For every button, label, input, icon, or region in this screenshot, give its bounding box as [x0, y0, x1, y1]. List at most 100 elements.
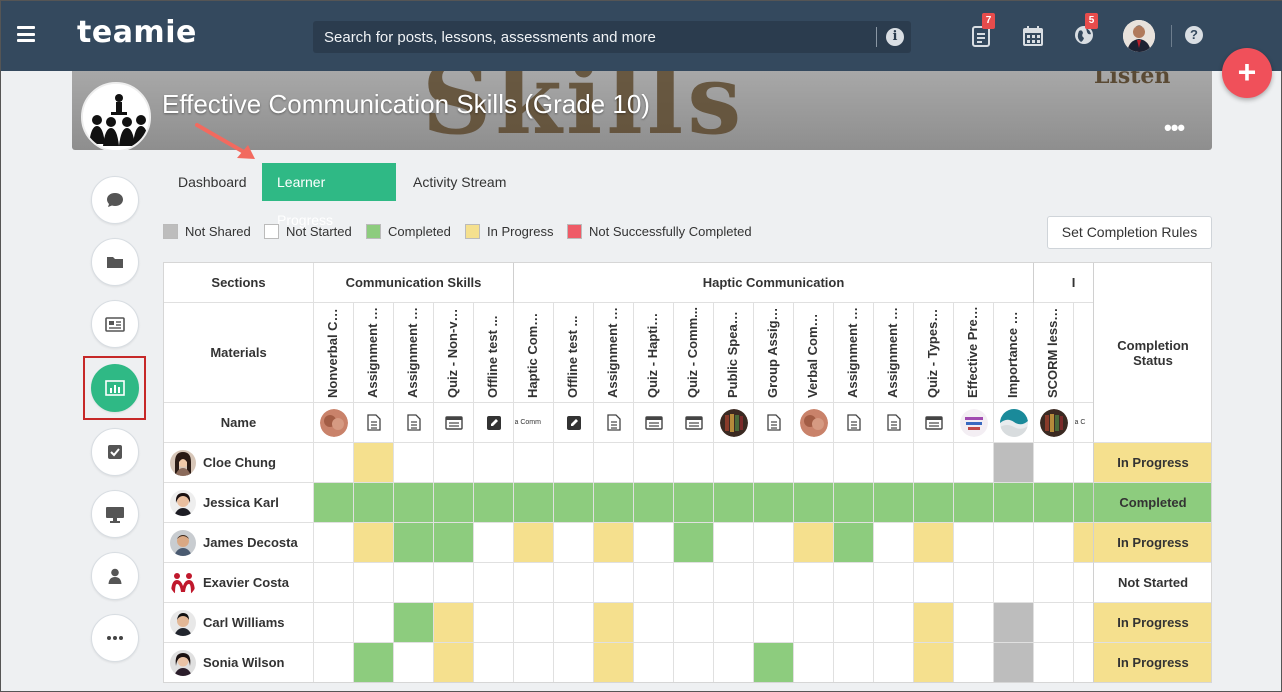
- progress-cell[interactable]: [754, 523, 794, 563]
- progress-cell[interactable]: [354, 523, 394, 563]
- student-row-name[interactable]: Sonia Wilson: [164, 643, 314, 682]
- material-name[interactable]: SCORM lesson: [1045, 306, 1060, 398]
- progress-cell[interactable]: [594, 483, 634, 523]
- student-row-name[interactable]: Exavier Costa: [164, 563, 314, 603]
- progress-cell[interactable]: [794, 603, 834, 643]
- progress-cell[interactable]: [794, 443, 834, 483]
- user-avatar[interactable]: [1123, 20, 1155, 52]
- progress-cell[interactable]: [554, 643, 594, 682]
- progress-cell[interactable]: [714, 603, 754, 643]
- rail-more-button[interactable]: [91, 614, 139, 662]
- material-name[interactable]: Assignment - ...: [365, 306, 380, 398]
- material-name[interactable]: Offline test ...: [485, 306, 500, 398]
- rail-progress-button[interactable]: [91, 364, 139, 412]
- progress-cell[interactable]: [434, 523, 474, 563]
- progress-cell[interactable]: [874, 563, 914, 603]
- student-name[interactable]: Carl Williams: [203, 615, 285, 630]
- set-completion-rules-button[interactable]: Set Completion Rules: [1047, 216, 1212, 249]
- material-name[interactable]: Public Speaki...: [725, 306, 740, 398]
- progress-cell[interactable]: [794, 643, 834, 682]
- progress-cell[interactable]: [514, 603, 554, 643]
- tab-dashboard[interactable]: Dashboard: [162, 163, 263, 201]
- material-name[interactable]: Quiz - Types o...: [925, 306, 940, 398]
- material-name[interactable]: Quiz - Haptic ...: [645, 306, 660, 398]
- progress-cell[interactable]: [794, 483, 834, 523]
- progress-cell[interactable]: [754, 603, 794, 643]
- progress-cell[interactable]: [634, 563, 674, 603]
- posts-notifications-icon[interactable]: 7: [971, 13, 995, 47]
- progress-cell[interactable]: [634, 603, 674, 643]
- progress-cell[interactable]: [354, 443, 394, 483]
- progress-cell[interactable]: [394, 483, 434, 523]
- help-icon[interactable]: ?: [1185, 26, 1203, 44]
- progress-cell[interactable]: [794, 563, 834, 603]
- progress-cell[interactable]: [954, 443, 994, 483]
- material-name[interactable]: Importance o...: [1005, 306, 1020, 398]
- material-name[interactable]: Group Assign...: [765, 306, 780, 398]
- progress-cell[interactable]: [394, 443, 434, 483]
- progress-cell[interactable]: [594, 643, 634, 682]
- progress-cell[interactable]: [354, 563, 394, 603]
- progress-cell[interactable]: [594, 563, 634, 603]
- progress-cell[interactable]: [834, 523, 874, 563]
- progress-cell[interactable]: [674, 443, 714, 483]
- progress-cell[interactable]: [434, 643, 474, 682]
- progress-cell[interactable]: [874, 483, 914, 523]
- student-name[interactable]: Exavier Costa: [203, 575, 289, 590]
- tab-learner-progress[interactable]: Learner Progress: [262, 163, 396, 228]
- progress-cell[interactable]: [634, 643, 674, 682]
- progress-cell[interactable]: [754, 643, 794, 682]
- student-name[interactable]: Sonia Wilson: [203, 655, 285, 670]
- progress-cell[interactable]: [394, 563, 434, 603]
- progress-cell[interactable]: [754, 443, 794, 483]
- progress-cell[interactable]: [674, 483, 714, 523]
- calendar-icon[interactable]: [1022, 25, 1044, 47]
- progress-cell[interactable]: [1034, 603, 1074, 643]
- progress-cell[interactable]: [634, 483, 674, 523]
- progress-cell[interactable]: [674, 603, 714, 643]
- progress-cell[interactable]: [834, 563, 874, 603]
- search-input[interactable]: Search for posts, lessons, assessments a…: [324, 29, 656, 46]
- progress-cell[interactable]: [474, 443, 514, 483]
- progress-cell[interactable]: [474, 643, 514, 682]
- student-row-name[interactable]: Cloe Chung: [164, 443, 314, 483]
- student-name[interactable]: James Decosta: [203, 535, 298, 550]
- progress-cell[interactable]: [834, 443, 874, 483]
- progress-cell[interactable]: [434, 563, 474, 603]
- progress-cell[interactable]: [954, 603, 994, 643]
- progress-cell[interactable]: [954, 483, 994, 523]
- student-row-name[interactable]: Carl Williams: [164, 603, 314, 643]
- progress-cell[interactable]: [434, 443, 474, 483]
- progress-cell[interactable]: [314, 563, 354, 603]
- material-name[interactable]: Nonverbal Co...: [325, 306, 340, 398]
- progress-cell[interactable]: [394, 643, 434, 682]
- progress-cell[interactable]: [954, 523, 994, 563]
- progress-cell[interactable]: [1034, 563, 1074, 603]
- progress-cell[interactable]: [554, 523, 594, 563]
- rail-newsfeed-button[interactable]: [91, 300, 139, 348]
- progress-cell[interactable]: [1034, 483, 1074, 523]
- progress-cell[interactable]: [434, 483, 474, 523]
- progress-cell[interactable]: [914, 523, 954, 563]
- progress-cell[interactable]: [594, 603, 634, 643]
- progress-cell[interactable]: [954, 643, 994, 682]
- progress-cell[interactable]: [554, 443, 594, 483]
- progress-cell[interactable]: [994, 523, 1034, 563]
- student-row-name[interactable]: Jessica Karl: [164, 483, 314, 523]
- progress-cell[interactable]: [514, 563, 554, 603]
- progress-cell[interactable]: [394, 603, 434, 643]
- progress-cell[interactable]: [674, 563, 714, 603]
- progress-cell[interactable]: [314, 523, 354, 563]
- progress-cell[interactable]: [594, 443, 634, 483]
- material-name[interactable]: Haptic Comm...: [525, 306, 540, 398]
- progress-cell[interactable]: [514, 523, 554, 563]
- rail-files-button[interactable]: [91, 238, 139, 286]
- progress-cell[interactable]: [914, 643, 954, 682]
- material-name[interactable]: Offline test ...: [565, 306, 580, 398]
- material-name[interactable]: Quiz - Comm...: [685, 306, 700, 398]
- progress-cell[interactable]: [474, 523, 514, 563]
- course-more-icon[interactable]: •••: [1164, 115, 1185, 141]
- progress-cell[interactable]: [714, 443, 754, 483]
- progress-cell[interactable]: [474, 483, 514, 523]
- progress-cell[interactable]: [994, 603, 1034, 643]
